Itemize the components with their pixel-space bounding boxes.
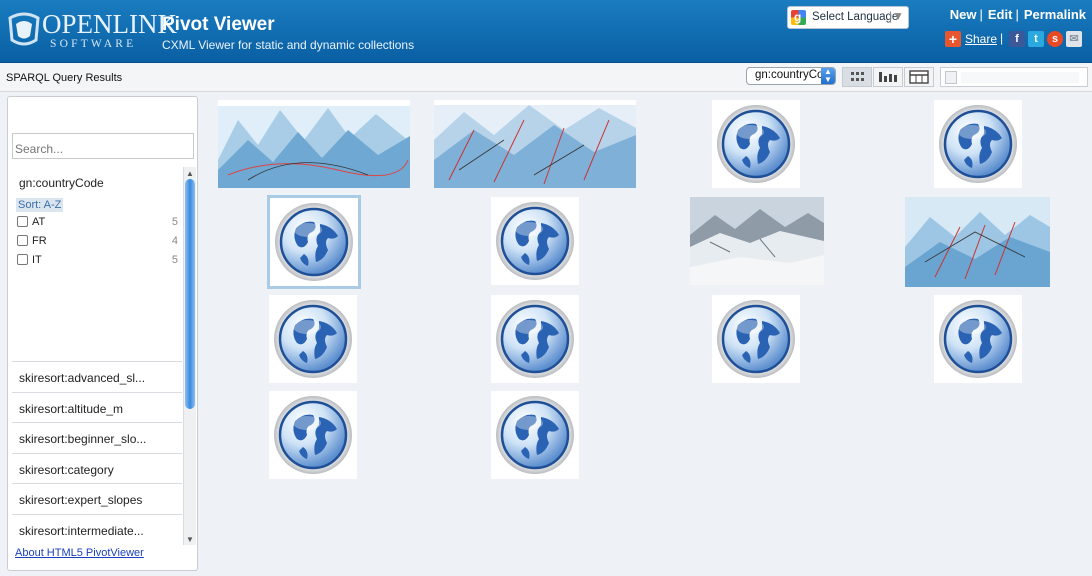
mountain-photo: [690, 197, 824, 285]
grid-item[interactable]: [269, 391, 357, 479]
logo-subtext: SOFTWARE: [50, 38, 137, 50]
scroll-up-icon[interactable]: ▲: [186, 169, 194, 178]
globe-icon: [716, 299, 796, 379]
new-link[interactable]: New: [950, 7, 977, 22]
facet-value-fr[interactable]: FR 4: [12, 233, 182, 252]
facet-value-count: 5: [171, 254, 178, 266]
facebook-icon[interactable]: f: [1009, 31, 1025, 47]
app-subtitle: CXML Viewer for static and dynamic colle…: [162, 38, 415, 52]
grid-item[interactable]: [712, 295, 800, 383]
table-view-button[interactable]: [904, 67, 934, 87]
facet-value-count: 5: [171, 216, 178, 228]
globe-icon: [495, 395, 575, 475]
grid-item[interactable]: [905, 197, 1050, 287]
stumbleupon-icon[interactable]: s: [1047, 31, 1063, 47]
twitter-icon[interactable]: t: [1028, 31, 1044, 47]
updown-icon: ▲ ▼: [821, 68, 835, 84]
chevron-down-icon: |▼: [889, 9, 904, 23]
grid-item[interactable]: [934, 100, 1022, 188]
language-select[interactable]: g Select Language |▼: [787, 6, 909, 29]
grid-item[interactable]: [491, 295, 579, 383]
share-link[interactable]: Share: [965, 32, 997, 46]
openlink-logo[interactable]: OPENLINK SOFTWARE: [6, 8, 177, 54]
toolbar: SPARQL Query Results gn:countryCode ▲ ▼: [0, 64, 1092, 92]
openlink-logo-icon: [8, 12, 40, 46]
google-icon: g: [791, 10, 806, 25]
globe-icon: [495, 299, 575, 379]
facet-beginner-slopes[interactable]: skiresort:beginner_slo...: [12, 422, 182, 453]
email-icon[interactable]: ✉: [1066, 31, 1082, 47]
grid-item-selected[interactable]: [267, 195, 361, 289]
facet-advanced-slopes[interactable]: skiresort:advanced_sl...: [12, 361, 182, 392]
histogram-view-icon: [879, 72, 897, 82]
about-link[interactable]: About HTML5 PivotViewer: [15, 547, 144, 559]
facet-expert-slopes[interactable]: skiresort:expert_slopes: [12, 483, 182, 514]
grid-item[interactable]: [269, 295, 357, 383]
globe-icon: [938, 299, 1018, 379]
grid-view-button[interactable]: [842, 67, 872, 87]
facet-value-label: AT: [32, 216, 46, 228]
piste-map-image: [218, 100, 410, 188]
grid-view-icon: [851, 72, 864, 81]
facet-category[interactable]: skiresort:category: [12, 452, 182, 484]
edit-link[interactable]: Edit: [988, 7, 1013, 22]
grid-item[interactable]: [434, 100, 636, 188]
facet-value-label: IT: [32, 254, 42, 266]
checkbox[interactable]: [17, 216, 28, 227]
grid-item[interactable]: [712, 100, 800, 188]
facet-panel: gn:countryCode Sort: A-Z AT 5 FR 4 IT 5 …: [7, 96, 198, 571]
piste-map-image: [434, 100, 636, 188]
globe-icon: [273, 395, 353, 475]
app-header: OPENLINK SOFTWARE Pivot Viewer CXML View…: [0, 0, 1092, 63]
facet-altitude[interactable]: skiresort:altitude_m: [12, 391, 182, 423]
table-view-icon: [909, 70, 929, 84]
facet-header-countrycode[interactable]: gn:countryCode: [12, 167, 182, 195]
globe-icon: [495, 201, 575, 281]
facet-intermediate[interactable]: skiresort:intermediate...: [12, 513, 182, 545]
facet-scrollbar[interactable]: ▲ ▼: [183, 167, 196, 545]
sort-select[interactable]: gn:countryCode ▲ ▼: [746, 67, 836, 85]
top-links: New | Edit | Permalink: [949, 7, 1086, 22]
checkbox[interactable]: [17, 254, 28, 265]
zoom-slider-handle[interactable]: [945, 71, 957, 84]
scrollbar-thumb[interactable]: [185, 179, 195, 409]
facet-value-at[interactable]: AT 5: [12, 214, 182, 233]
permalink-link[interactable]: Permalink: [1024, 7, 1086, 22]
globe-icon: [274, 202, 354, 282]
grid-item[interactable]: [934, 295, 1022, 383]
globe-icon: [938, 104, 1018, 184]
zoom-slider[interactable]: [940, 67, 1088, 87]
globe-icon: [716, 104, 796, 184]
globe-icon: [273, 299, 353, 379]
grid-item[interactable]: [491, 391, 579, 479]
divider: |: [1000, 31, 1004, 45]
facet-list: gn:countryCode Sort: A-Z AT 5 FR 4 IT 5 …: [12, 167, 182, 545]
facet-sort-button[interactable]: Sort: A-Z: [16, 198, 64, 212]
histogram-view-button[interactable]: [873, 67, 903, 87]
scroll-down-icon[interactable]: ▼: [186, 535, 194, 544]
piste-map-image: [905, 197, 1050, 287]
search-input[interactable]: [12, 133, 194, 159]
language-select-label: Select Language: [812, 11, 899, 23]
checkbox[interactable]: [17, 235, 28, 246]
logo-text: OPENLINK: [42, 9, 177, 39]
facet-value-it[interactable]: IT 5: [12, 252, 182, 271]
add-share-icon[interactable]: +: [945, 31, 961, 47]
facet-countrycode: gn:countryCode Sort: A-Z AT 5 FR 4 IT 5: [12, 167, 182, 361]
grid-item[interactable]: [218, 100, 410, 188]
app-title: Pivot Viewer: [162, 14, 275, 35]
grid-item[interactable]: [491, 197, 579, 285]
collection-title: SPARQL Query Results: [6, 72, 123, 84]
zoom-slider-track[interactable]: [961, 72, 1079, 83]
facet-value-label: FR: [32, 235, 47, 247]
grid-item[interactable]: [690, 197, 824, 285]
facet-value-count: 4: [171, 235, 178, 247]
